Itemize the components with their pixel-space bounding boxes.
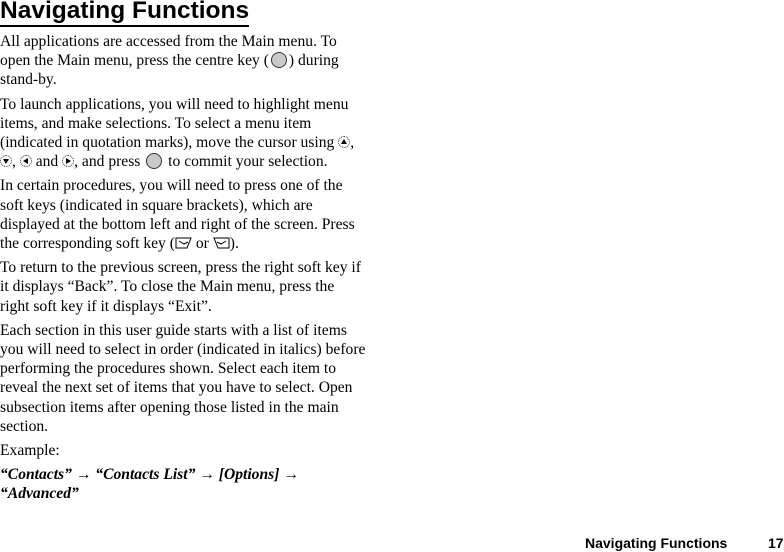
text: and: [31, 153, 63, 171]
text: ,: [350, 134, 355, 152]
up-key-icon: [338, 136, 351, 149]
paragraph-main-menu: All applications are accessed from the M…: [0, 32, 366, 90]
down-key-icon: [0, 155, 12, 168]
paragraph-soft-keys: In certain procedures, you will need to …: [0, 176, 366, 253]
right-key-icon: [62, 155, 75, 168]
footer-page-number: 17: [768, 535, 784, 551]
paragraph-launch-applications: To launch applications, you will need to…: [0, 95, 366, 172]
left-soft-key-icon: [175, 237, 192, 249]
text: ,: [12, 153, 20, 171]
text: or: [191, 235, 213, 253]
paragraph-return: To return to the previous screen, press …: [0, 259, 361, 315]
centre-key-icon: [270, 52, 287, 69]
text: , and press: [74, 153, 145, 171]
text: ).: [229, 235, 239, 253]
example-menu-path: “Contacts” → “Contacts List” → [Options]…: [0, 466, 299, 503]
text: to commit your selection.: [164, 153, 328, 171]
text: To launch applications, you will need to…: [0, 95, 349, 152]
centre-key-icon: [146, 153, 163, 170]
text: All applications are accessed from the M…: [0, 33, 337, 70]
left-key-icon: [19, 155, 32, 168]
footer-section-title: Navigating Functions: [585, 535, 728, 551]
paragraph-sections: Each section in this user guide starts w…: [0, 321, 366, 435]
body-column: All applications are accessed from the M…: [0, 32, 366, 509]
example-label: Example:: [0, 442, 60, 460]
right-soft-key-icon: [213, 237, 230, 249]
page-heading: Navigating Functions: [0, 0, 250, 27]
